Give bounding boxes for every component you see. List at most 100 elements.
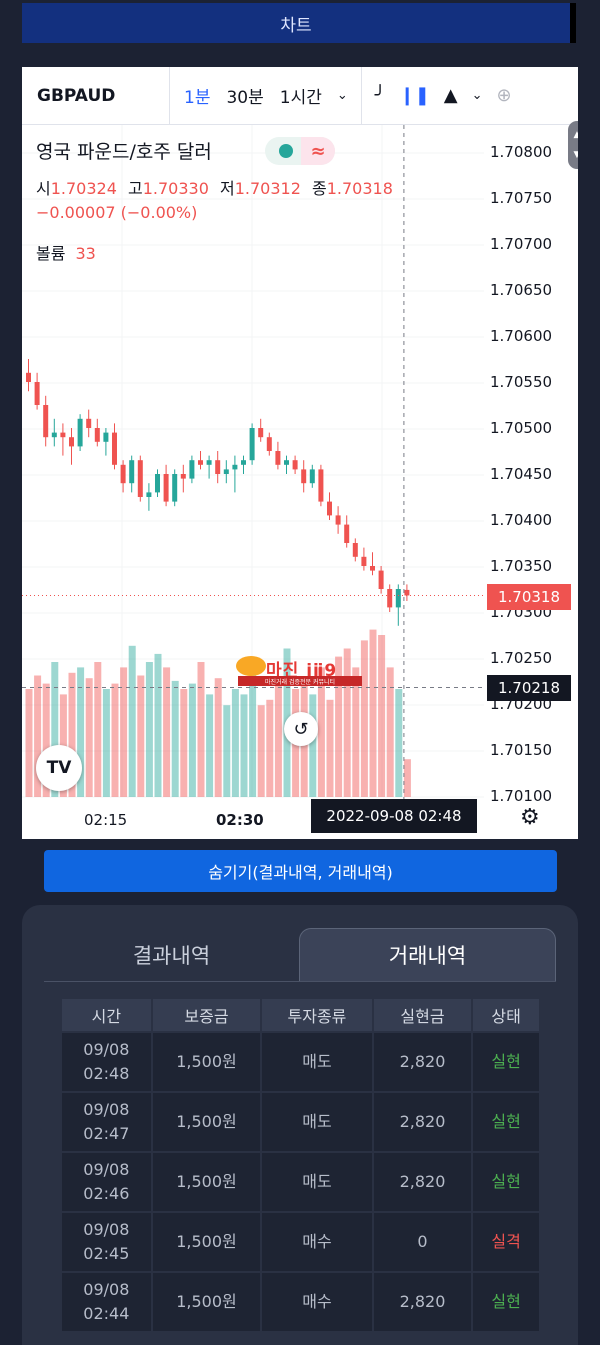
candle-body xyxy=(120,464,126,484)
reset-chart-icon[interactable]: ↺ xyxy=(284,712,318,746)
delayed-data-wave-icon: ≈ xyxy=(301,137,335,165)
crosshair-price-badge: 1.70218 xyxy=(487,675,571,701)
price-tick: 1.70400 xyxy=(490,511,553,529)
low-label: 저 xyxy=(220,179,235,198)
volume-bar xyxy=(102,689,110,797)
open-value: 1.70324 xyxy=(50,179,117,198)
candle-body xyxy=(103,432,109,442)
high-label: 고 xyxy=(128,179,143,198)
volume-bar xyxy=(25,689,33,797)
volume-bar xyxy=(163,667,171,797)
market-status-pill[interactable]: ≈ xyxy=(265,137,335,165)
trade-status: 실현 xyxy=(471,1091,541,1153)
volume-readout: 볼륨 33 xyxy=(36,240,96,264)
history-tabs: 결과내역 거래내역 xyxy=(44,928,556,982)
column-time: 시간 xyxy=(60,997,153,1033)
price-tick: 1.70750 xyxy=(490,189,553,207)
trade-type: 매도 xyxy=(260,1091,374,1153)
table-row: 09/08 02:48 1,500원 매도 2,820 실현 xyxy=(60,1031,541,1093)
volume-bar xyxy=(249,675,257,797)
candle-body xyxy=(232,464,238,470)
volume-bar xyxy=(154,653,162,797)
volume-bar xyxy=(274,683,282,797)
table-row: 09/08 02:47 1,500원 매도 2,820 실현 xyxy=(60,1091,541,1153)
trade-type: 매수 xyxy=(260,1211,374,1273)
candle-body xyxy=(69,437,74,447)
candle-body xyxy=(146,492,152,497)
candle-body xyxy=(112,432,117,465)
candle-body xyxy=(189,460,195,479)
trade-time: 09/08 02:47 xyxy=(60,1091,153,1153)
volume-bar xyxy=(326,699,334,797)
volume-bar xyxy=(120,667,128,797)
candle-body xyxy=(352,543,358,557)
volume-bar xyxy=(180,689,188,797)
tab-results[interactable]: 결과내역 xyxy=(44,928,299,981)
volume-bar xyxy=(369,629,377,797)
time-tick-0230: 02:30 xyxy=(216,811,264,829)
price-tick: 1.70700 xyxy=(490,235,553,253)
column-deposit: 보증금 xyxy=(150,997,263,1033)
candle-body xyxy=(198,460,203,465)
watermark-emblem-icon xyxy=(236,656,266,676)
trade-realized: 2,820 xyxy=(371,1151,474,1213)
price-tick: 1.70150 xyxy=(490,741,553,759)
candle-body xyxy=(43,405,49,438)
trade-type: 매수 xyxy=(260,1271,374,1333)
volume-bar xyxy=(309,694,317,797)
volume-bar xyxy=(403,759,411,797)
trade-deposit: 1,500원 xyxy=(150,1271,263,1333)
trade-time: 09/08 02:45 xyxy=(60,1211,153,1273)
candle-body xyxy=(215,460,221,474)
candle-body xyxy=(94,428,100,442)
candle-body xyxy=(266,437,272,451)
volume-bar xyxy=(111,683,119,797)
trade-time: 09/08 02:44 xyxy=(60,1271,153,1333)
table-row: 09/08 02:46 1,500원 매도 2,820 실현 xyxy=(60,1151,541,1213)
hide-history-button[interactable]: 숨기기(결과내역, 거래내역) xyxy=(44,850,557,892)
trade-time: 09/08 02:46 xyxy=(60,1151,153,1213)
candle-body xyxy=(258,428,264,438)
volume-bar xyxy=(188,683,196,797)
volume-bar xyxy=(378,635,386,797)
trade-history-table: 시간 보증금 투자종류 실현금 상태 09/08 02:48 1,500원 매도 … xyxy=(60,997,541,1333)
candle-body xyxy=(51,432,57,438)
trade-deposit: 1,500원 xyxy=(150,1031,263,1093)
volume-bar xyxy=(395,689,403,797)
price-tick: 1.70450 xyxy=(490,465,553,483)
last-price-badge: 1.70318 xyxy=(487,584,571,610)
volume-bar xyxy=(145,662,153,797)
volume-bar xyxy=(94,662,102,797)
handle-down-icon: ▼ xyxy=(573,150,578,160)
instrument-name: 영국 파운드/호주 달러 xyxy=(36,141,212,163)
history-panel: 결과내역 거래내역 시간 보증금 투자종류 실현금 상태 09/08 02:48 … xyxy=(22,905,578,1345)
watermark-logo: 마진 ⅰⅱ9 마진거래 검증전문 커뮤니티 xyxy=(234,656,366,688)
candle-body xyxy=(404,589,410,596)
candle-body xyxy=(26,372,31,382)
volume-bar xyxy=(128,645,136,797)
volume-bar xyxy=(214,678,222,797)
candle-body xyxy=(361,556,367,566)
volume-bar xyxy=(197,662,205,797)
chart-tab-button[interactable]: 차트 xyxy=(22,3,576,43)
column-realized: 실현금 xyxy=(371,997,474,1033)
handle-up-icon: ▲ xyxy=(573,130,578,140)
crosshair-time-badge: 2022-09-08 02:48 xyxy=(311,799,477,833)
tradingview-logo-icon[interactable]: TV xyxy=(36,745,82,791)
ohlc-readout: 시1.70324 고1.70330 저1.70312 종1.70318 xyxy=(36,175,399,199)
candle-body xyxy=(301,469,307,484)
candle-body xyxy=(223,469,229,474)
tab-trades[interactable]: 거래내역 xyxy=(299,928,556,981)
trade-realized: 2,820 xyxy=(371,1091,474,1153)
chart-settings-gear-icon[interactable]: ⚙ xyxy=(520,805,540,830)
trade-realized: 0 xyxy=(371,1211,474,1273)
price-tick: 1.70500 xyxy=(490,419,553,437)
candle-body xyxy=(318,469,324,502)
table-row: 09/08 02:44 1,500원 매수 2,820 실현 xyxy=(60,1271,541,1333)
price-scale-handle[interactable]: ▲ ▼ xyxy=(568,121,578,169)
candle-body xyxy=(137,460,143,497)
table-row: 09/08 02:45 1,500원 매수 0 실격 xyxy=(60,1211,541,1273)
volume-value: 33 xyxy=(75,244,96,263)
trade-time: 09/08 02:48 xyxy=(60,1031,153,1093)
trade-realized: 2,820 xyxy=(371,1271,474,1333)
